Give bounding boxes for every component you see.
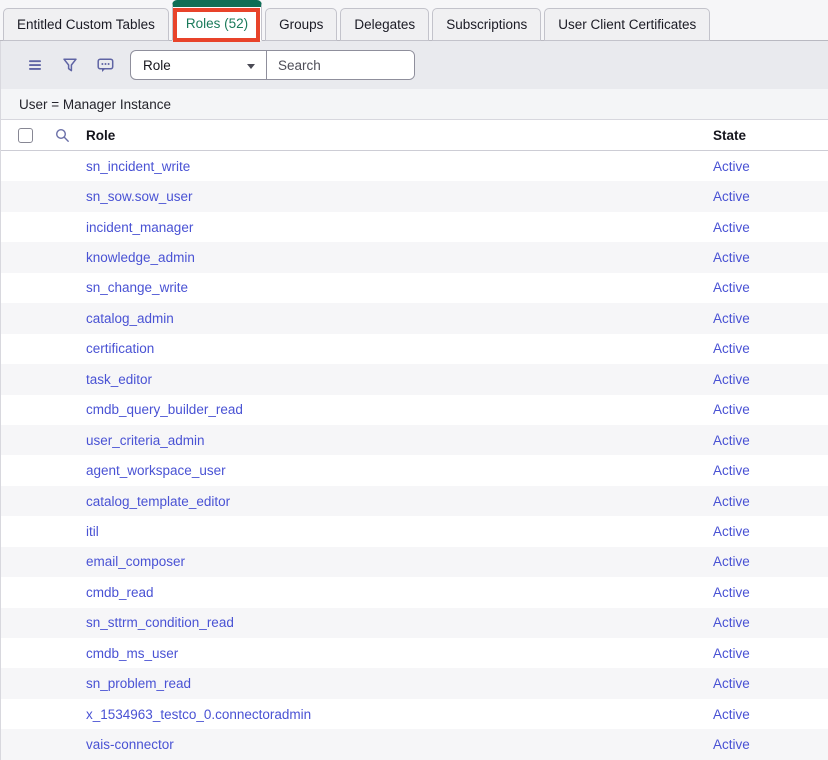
role-link[interactable]: sn_sttrm_condition_read [77, 615, 704, 630]
tab-user-client-certificates[interactable]: User Client Certificates [544, 8, 710, 41]
state-link[interactable]: Active [704, 676, 828, 691]
state-link[interactable]: Active [704, 737, 828, 752]
column-header-role[interactable]: Role [77, 128, 704, 143]
table-row: x_1534963_testco_0.connectoradmin Active [1, 699, 828, 729]
select-all-checkbox[interactable] [18, 128, 33, 143]
role-link[interactable]: knowledge_admin [77, 250, 704, 265]
tab-label: Entitled Custom Tables [17, 17, 155, 32]
search-field-value: Role [143, 58, 171, 73]
table-row: task_editor Active [1, 364, 828, 394]
state-link[interactable]: Active [704, 220, 828, 235]
filter-icon[interactable] [58, 53, 82, 77]
role-link[interactable]: vais-connector [77, 737, 704, 752]
role-link[interactable]: itil [77, 524, 704, 539]
tab-label: Delegates [354, 17, 415, 32]
role-link[interactable]: cmdb_ms_user [77, 646, 704, 661]
role-link[interactable]: user_criteria_admin [77, 433, 704, 448]
role-link[interactable]: cmdb_read [77, 585, 704, 600]
role-link[interactable]: catalog_template_editor [77, 494, 704, 509]
table-row: cmdb_ms_user Active [1, 638, 828, 668]
role-link[interactable]: catalog_admin [77, 311, 704, 326]
table-row: vais-connector Active [1, 729, 828, 759]
tab-label: Subscriptions [446, 17, 527, 32]
role-link[interactable]: x_1534963_testco_0.connectoradmin [77, 707, 704, 722]
tab-label: Roles (52) [186, 16, 248, 31]
list-menu-icon[interactable] [23, 53, 47, 77]
role-link[interactable]: sn_problem_read [77, 676, 704, 691]
role-link[interactable]: agent_workspace_user [77, 463, 704, 478]
state-link[interactable]: Active [704, 159, 828, 174]
list-toolbar: Role [1, 41, 828, 89]
table-row: catalog_template_editor Active [1, 486, 828, 516]
state-link[interactable]: Active [704, 402, 828, 417]
list-breadcrumb[interactable]: User = Manager Instance [1, 89, 828, 120]
state-link[interactable]: Active [704, 433, 828, 448]
state-link[interactable]: Active [704, 311, 828, 326]
role-link[interactable]: email_composer [77, 554, 704, 569]
state-link[interactable]: Active [704, 189, 828, 204]
role-link[interactable]: task_editor [77, 372, 704, 387]
search-icon[interactable] [50, 123, 74, 147]
tab-roles-52[interactable]: Roles (52) [172, 0, 262, 41]
table-row: user_criteria_admin Active [1, 425, 828, 455]
chat-bubble-icon[interactable] [93, 53, 117, 77]
state-link[interactable]: Active [704, 463, 828, 478]
state-link[interactable]: Active [704, 280, 828, 295]
state-link[interactable]: Active [704, 524, 828, 539]
table-row: incident_manager Active [1, 212, 828, 242]
list-header: Role State [1, 120, 828, 151]
tab-bar: Entitled Custom Tables Roles (52) Groups… [0, 0, 828, 41]
state-link[interactable]: Active [704, 554, 828, 569]
state-link[interactable]: Active [704, 615, 828, 630]
table-row: cmdb_read Active [1, 577, 828, 607]
tab-label: Groups [279, 17, 323, 32]
state-link[interactable]: Active [704, 585, 828, 600]
tab-delegates[interactable]: Delegates [340, 8, 429, 41]
tab-subscriptions[interactable]: Subscriptions [432, 8, 541, 41]
table-row: sn_sow.sow_user Active [1, 181, 828, 211]
table-row: sn_incident_write Active [1, 151, 828, 181]
list-body: sn_incident_write Active sn_sow.sow_user… [1, 151, 828, 760]
column-header-state[interactable]: State [704, 128, 828, 143]
state-link[interactable]: Active [704, 707, 828, 722]
tab-entitled-custom-tables[interactable]: Entitled Custom Tables [3, 8, 169, 41]
table-row: cmdb_query_builder_read Active [1, 395, 828, 425]
table-row: email_composer Active [1, 547, 828, 577]
table-row: agent_workspace_user Active [1, 455, 828, 485]
caret-down-icon [247, 64, 255, 69]
table-row: sn_problem_read Active [1, 668, 828, 698]
search-combo: Role [130, 50, 415, 80]
role-link[interactable]: sn_incident_write [77, 159, 704, 174]
related-list-panel: Role User = Manager Instance Role State … [0, 41, 828, 760]
table-row: sn_sttrm_condition_read Active [1, 608, 828, 638]
breadcrumb-text: User = Manager Instance [19, 97, 171, 112]
search-field-dropdown[interactable]: Role [131, 51, 267, 79]
state-link[interactable]: Active [704, 646, 828, 661]
state-link[interactable]: Active [704, 372, 828, 387]
table-row: knowledge_admin Active [1, 242, 828, 272]
table-row: itil Active [1, 516, 828, 546]
role-link[interactable]: cmdb_query_builder_read [77, 402, 704, 417]
tab-label: User Client Certificates [558, 17, 696, 32]
search-input[interactable] [267, 51, 414, 79]
role-link[interactable]: sn_change_write [77, 280, 704, 295]
role-link[interactable]: incident_manager [77, 220, 704, 235]
state-link[interactable]: Active [704, 250, 828, 265]
table-row: sn_change_write Active [1, 273, 828, 303]
tab-groups[interactable]: Groups [265, 8, 337, 41]
state-link[interactable]: Active [704, 494, 828, 509]
table-row: catalog_admin Active [1, 303, 828, 333]
role-link[interactable]: sn_sow.sow_user [77, 189, 704, 204]
state-link[interactable]: Active [704, 341, 828, 356]
role-link[interactable]: certification [77, 341, 704, 356]
table-row: certification Active [1, 334, 828, 364]
